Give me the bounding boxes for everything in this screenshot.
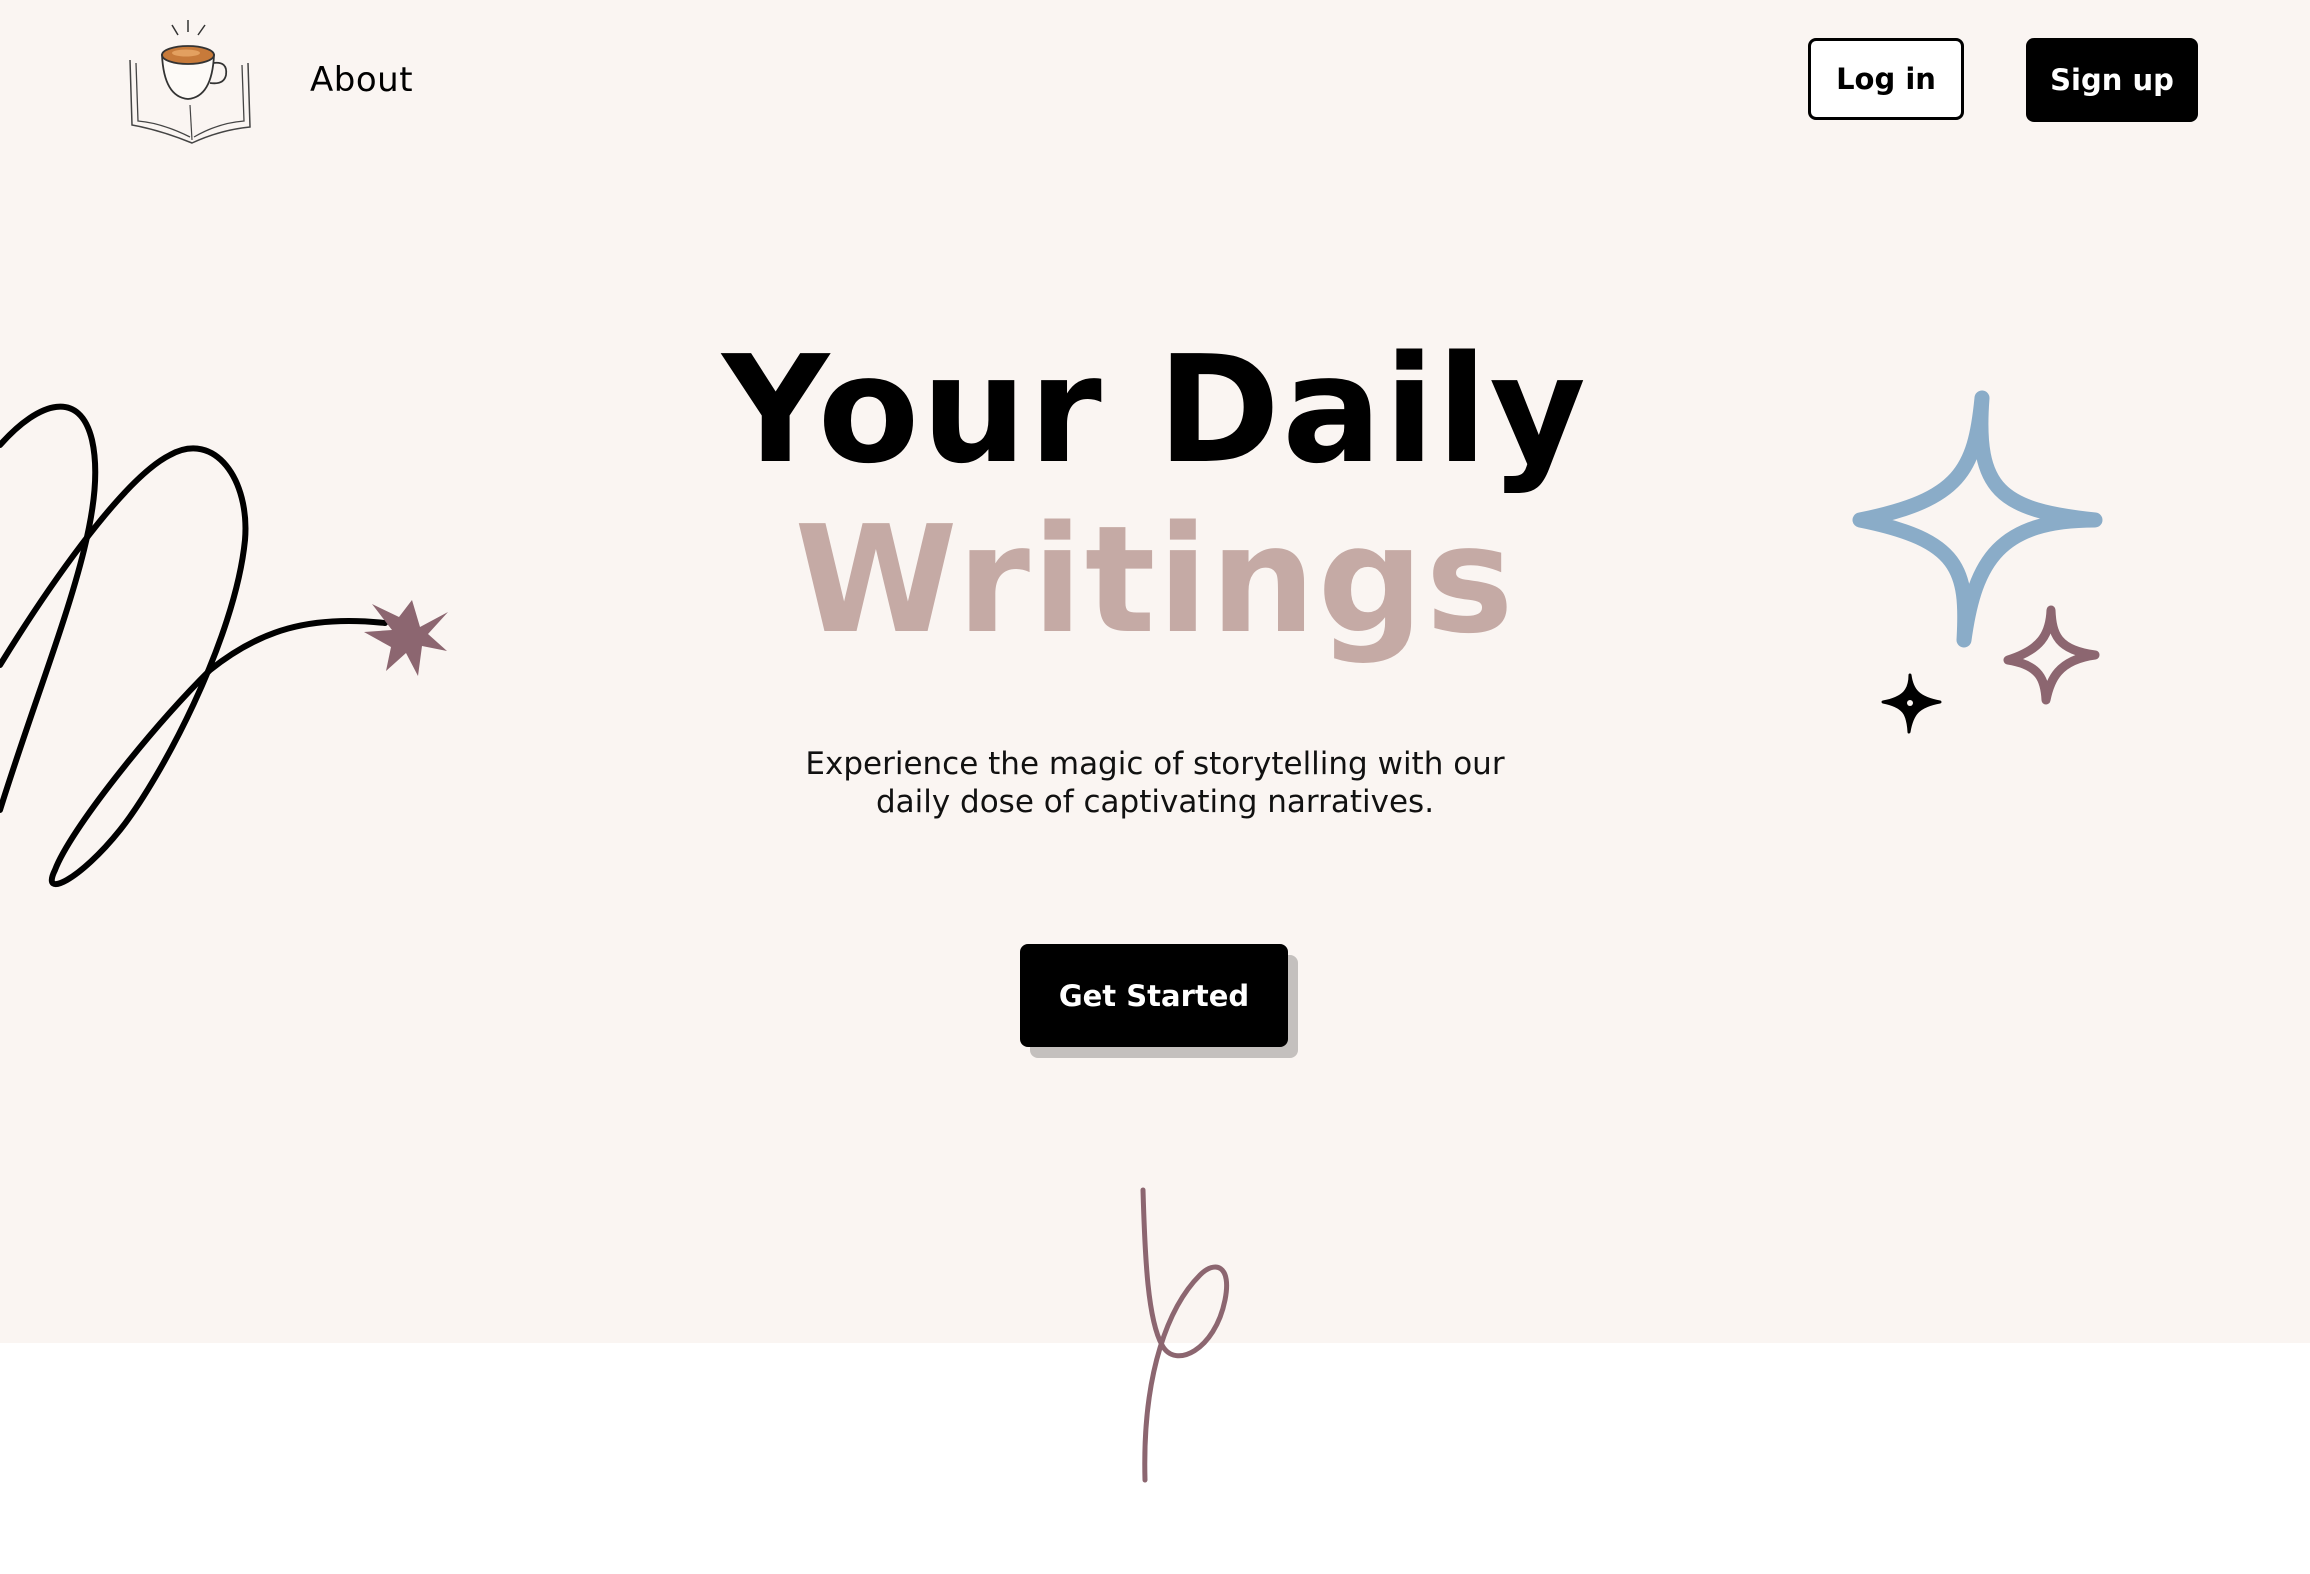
loop-decoration-icon bbox=[1140, 1187, 1229, 1483]
